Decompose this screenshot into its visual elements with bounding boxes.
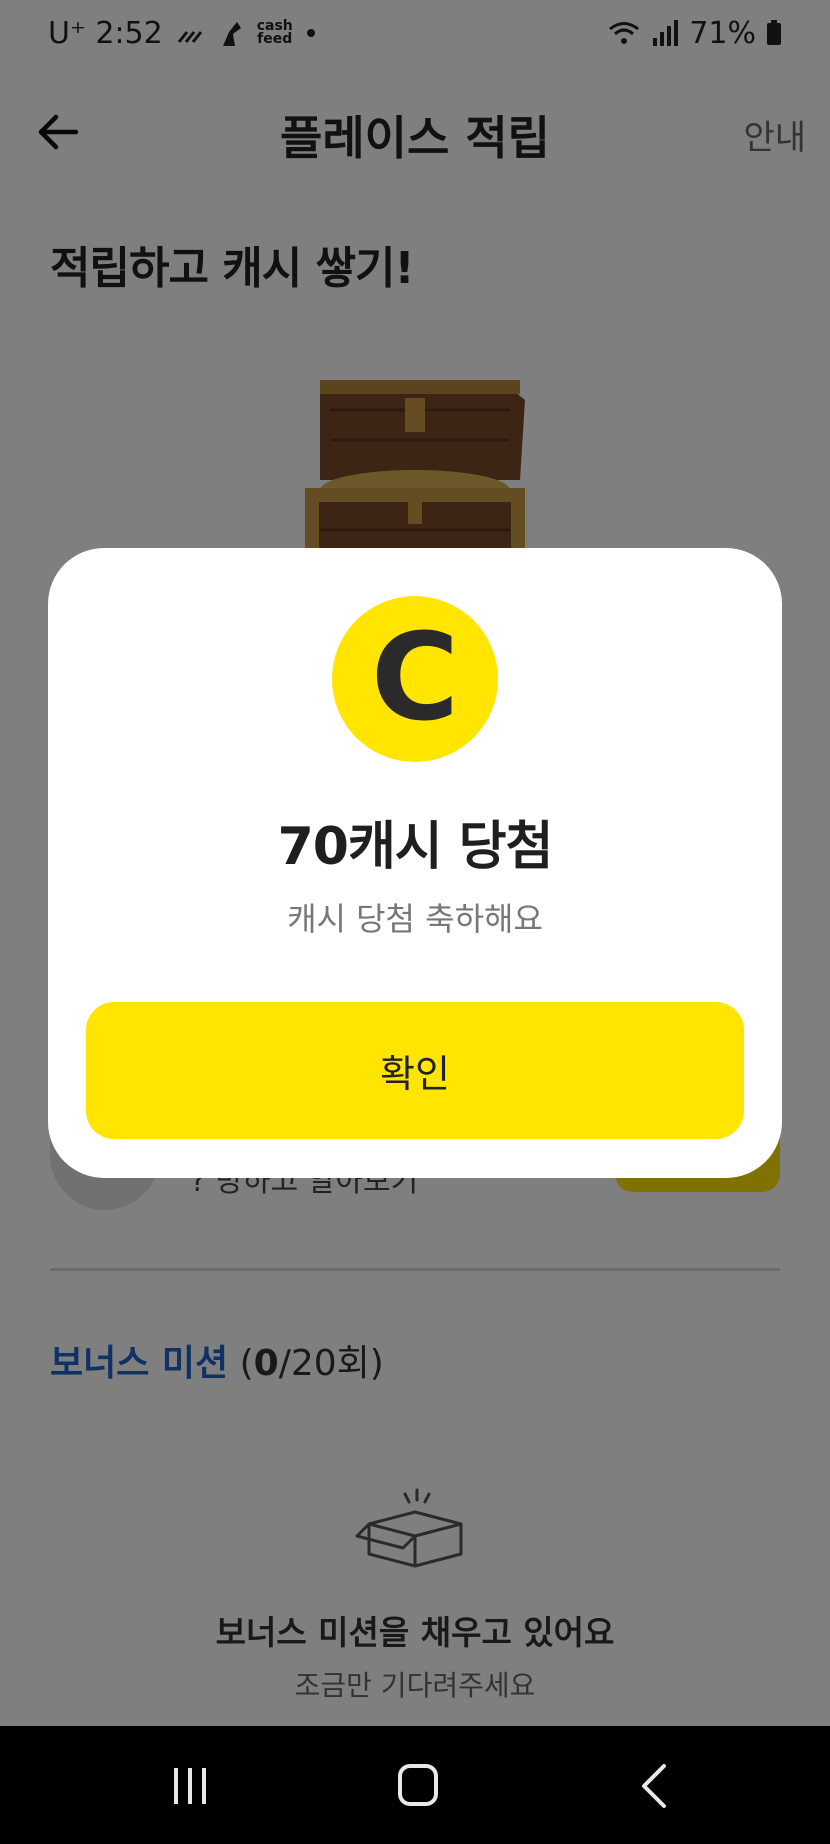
- confirm-button[interactable]: 확인: [86, 1002, 744, 1139]
- reward-subtitle: 캐시 당첨 축하해요: [287, 900, 543, 938]
- reward-dialog: C 70캐시 당첨 캐시 당첨 축하해요 확인: [48, 548, 782, 1178]
- home-icon[interactable]: [398, 1764, 438, 1806]
- system-back-icon[interactable]: [634, 1762, 674, 1810]
- system-nav-bar: [0, 1726, 830, 1844]
- reward-title: 70캐시 당첨: [277, 817, 554, 877]
- recents-icon[interactable]: [170, 1766, 210, 1806]
- coin-letter: C: [370, 609, 460, 748]
- cash-coin-icon: C: [332, 596, 498, 762]
